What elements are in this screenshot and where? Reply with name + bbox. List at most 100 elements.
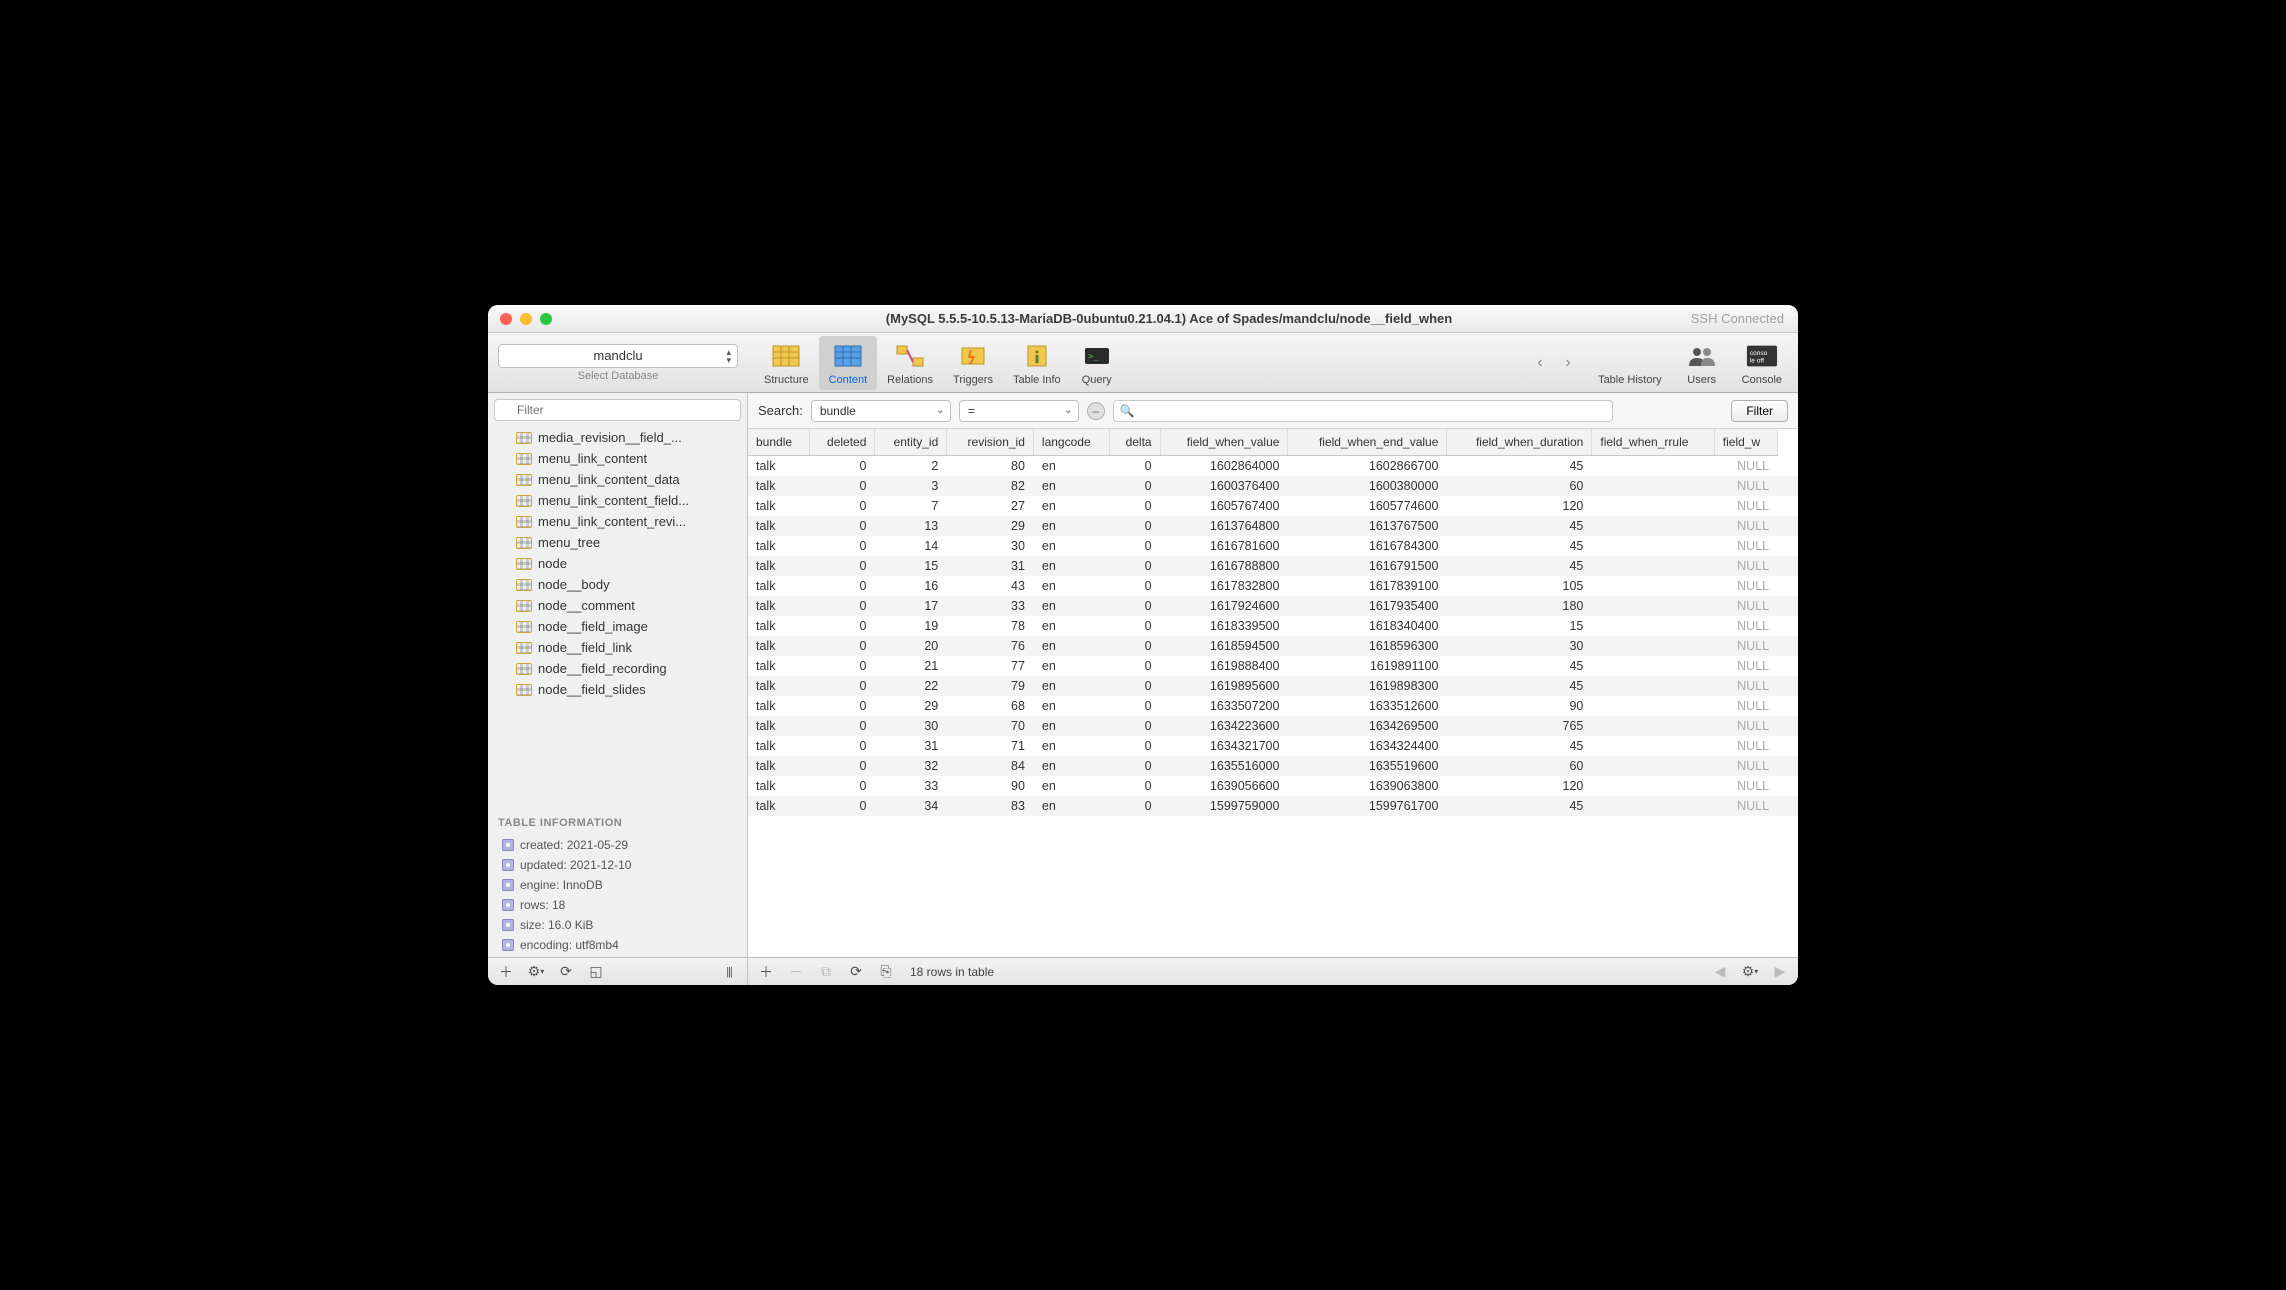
table-cell[interactable]: 105: [1447, 576, 1592, 596]
table-cell[interactable]: 0: [809, 516, 875, 536]
table-cell[interactable]: [1778, 796, 1798, 816]
minimize-button[interactable]: [520, 313, 532, 325]
table-cell[interactable]: [1778, 616, 1798, 636]
table-cell[interactable]: talk: [748, 496, 809, 516]
table-cell-null[interactable]: NULL: [1714, 476, 1777, 496]
table-cell[interactable]: en: [1033, 636, 1110, 656]
table-cell[interactable]: [1778, 756, 1798, 776]
maximize-button[interactable]: [540, 313, 552, 325]
table-row[interactable]: talk03390en016390566001639063800120NULL: [748, 776, 1798, 796]
filter-button[interactable]: Filter: [1731, 400, 1788, 422]
search-add-condition-button[interactable]: –: [1087, 402, 1105, 420]
table-cell[interactable]: 0: [809, 536, 875, 556]
table-cell[interactable]: 7: [875, 496, 947, 516]
column-header[interactable]: field_when_rrule: [1592, 429, 1714, 456]
table-cell-null[interactable]: NULL: [1714, 656, 1777, 676]
table-cell[interactable]: 1616788800: [1160, 556, 1288, 576]
sidebar-table-item[interactable]: media_revision__field_...: [488, 427, 747, 448]
table-cell[interactable]: 83: [947, 796, 1034, 816]
table-cell[interactable]: 1634223600: [1160, 716, 1288, 736]
table-cell[interactable]: 34: [875, 796, 947, 816]
table-cell[interactable]: 1613764800: [1160, 516, 1288, 536]
table-cell-null[interactable]: NULL: [1714, 616, 1777, 636]
table-cell[interactable]: 29: [875, 696, 947, 716]
table-cell[interactable]: 0: [809, 796, 875, 816]
table-cell-null[interactable]: NULL: [1714, 496, 1777, 516]
table-cell[interactable]: [1592, 736, 1714, 756]
table-cell[interactable]: [1592, 516, 1714, 536]
table-cell[interactable]: [1778, 736, 1798, 756]
table-cell[interactable]: 0: [809, 496, 875, 516]
table-cell[interactable]: 15: [875, 556, 947, 576]
table-cell[interactable]: 1618339500: [1160, 616, 1288, 636]
sidebar-table-item[interactable]: menu_link_content: [488, 448, 747, 469]
table-cell[interactable]: 1634321700: [1160, 736, 1288, 756]
table-cell[interactable]: 1616784300: [1288, 536, 1447, 556]
table-cell[interactable]: [1592, 596, 1714, 616]
search-operator-select[interactable]: =: [959, 400, 1079, 422]
table-cell[interactable]: 1619891100: [1288, 656, 1447, 676]
table-cell[interactable]: 31: [875, 736, 947, 756]
table-cell[interactable]: 1633512600: [1288, 696, 1447, 716]
table-cell[interactable]: [1778, 676, 1798, 696]
table-cell[interactable]: 76: [947, 636, 1034, 656]
table-cell[interactable]: 1639063800: [1288, 776, 1447, 796]
close-button[interactable]: [500, 313, 512, 325]
table-cell[interactable]: en: [1033, 456, 1110, 477]
columns-icon[interactable]: |||: [715, 961, 743, 983]
table-cell[interactable]: 1600376400: [1160, 476, 1288, 496]
column-header[interactable]: deleted: [809, 429, 875, 456]
tab-structure[interactable]: Structure: [754, 336, 819, 390]
table-cell[interactable]: 1618340400: [1288, 616, 1447, 636]
table-cell[interactable]: [1592, 476, 1714, 496]
table-cell[interactable]: 0: [1110, 596, 1160, 616]
table-cell[interactable]: 0: [809, 556, 875, 576]
table-cell[interactable]: [1778, 656, 1798, 676]
table-cell[interactable]: [1778, 636, 1798, 656]
table-cell-null[interactable]: NULL: [1714, 516, 1777, 536]
search-value-input[interactable]: [1113, 400, 1613, 422]
table-cell[interactable]: talk: [748, 796, 809, 816]
table-cell[interactable]: 1619895600: [1160, 676, 1288, 696]
toolbar-users[interactable]: Users: [1676, 336, 1728, 390]
table-cell[interactable]: 20: [875, 636, 947, 656]
table-cell[interactable]: 77: [947, 656, 1034, 676]
table-cell[interactable]: talk: [748, 556, 809, 576]
table-cell[interactable]: 90: [947, 776, 1034, 796]
toolbar-console[interactable]: console offConsole: [1732, 336, 1792, 390]
table-cell[interactable]: 1616791500: [1288, 556, 1447, 576]
table-cell[interactable]: 31: [947, 556, 1034, 576]
sidebar-table-item[interactable]: node__field_recording: [488, 658, 747, 679]
table-cell[interactable]: 0: [1110, 796, 1160, 816]
table-cell[interactable]: [1778, 716, 1798, 736]
table-cell[interactable]: 45: [1447, 516, 1592, 536]
table-cell[interactable]: 22: [875, 676, 947, 696]
column-header[interactable]: bundle: [748, 429, 809, 456]
table-row[interactable]: talk01430en01616781600161678430045NULL: [748, 536, 1798, 556]
sidebar-table-item[interactable]: menu_link_content_data: [488, 469, 747, 490]
table-cell[interactable]: [1778, 596, 1798, 616]
table-cell[interactable]: 16: [875, 576, 947, 596]
table-cell[interactable]: 32: [875, 756, 947, 776]
table-cell[interactable]: 0: [1110, 456, 1160, 477]
table-cell[interactable]: [1592, 696, 1714, 716]
table-cell[interactable]: 1605774600: [1288, 496, 1447, 516]
table-cell[interactable]: 78: [947, 616, 1034, 636]
table-cell[interactable]: 0: [809, 716, 875, 736]
table-cell[interactable]: [1592, 656, 1714, 676]
table-cell[interactable]: [1592, 536, 1714, 556]
table-row[interactable]: talk0727en016057674001605774600120NULL: [748, 496, 1798, 516]
table-cell[interactable]: 79: [947, 676, 1034, 696]
table-cell[interactable]: en: [1033, 716, 1110, 736]
nav-forward-button[interactable]: ›: [1558, 353, 1578, 373]
table-cell-null[interactable]: NULL: [1714, 456, 1777, 477]
table-cell[interactable]: talk: [748, 636, 809, 656]
table-cell[interactable]: 1617839100: [1288, 576, 1447, 596]
table-cell[interactable]: en: [1033, 676, 1110, 696]
row-remove-button[interactable]: －: [782, 961, 810, 983]
table-cell-null[interactable]: NULL: [1714, 596, 1777, 616]
gear-button[interactable]: ⚙▾: [522, 961, 550, 983]
column-header[interactable]: entity_id: [875, 429, 947, 456]
table-cell[interactable]: [1592, 636, 1714, 656]
table-cell-null[interactable]: NULL: [1714, 696, 1777, 716]
